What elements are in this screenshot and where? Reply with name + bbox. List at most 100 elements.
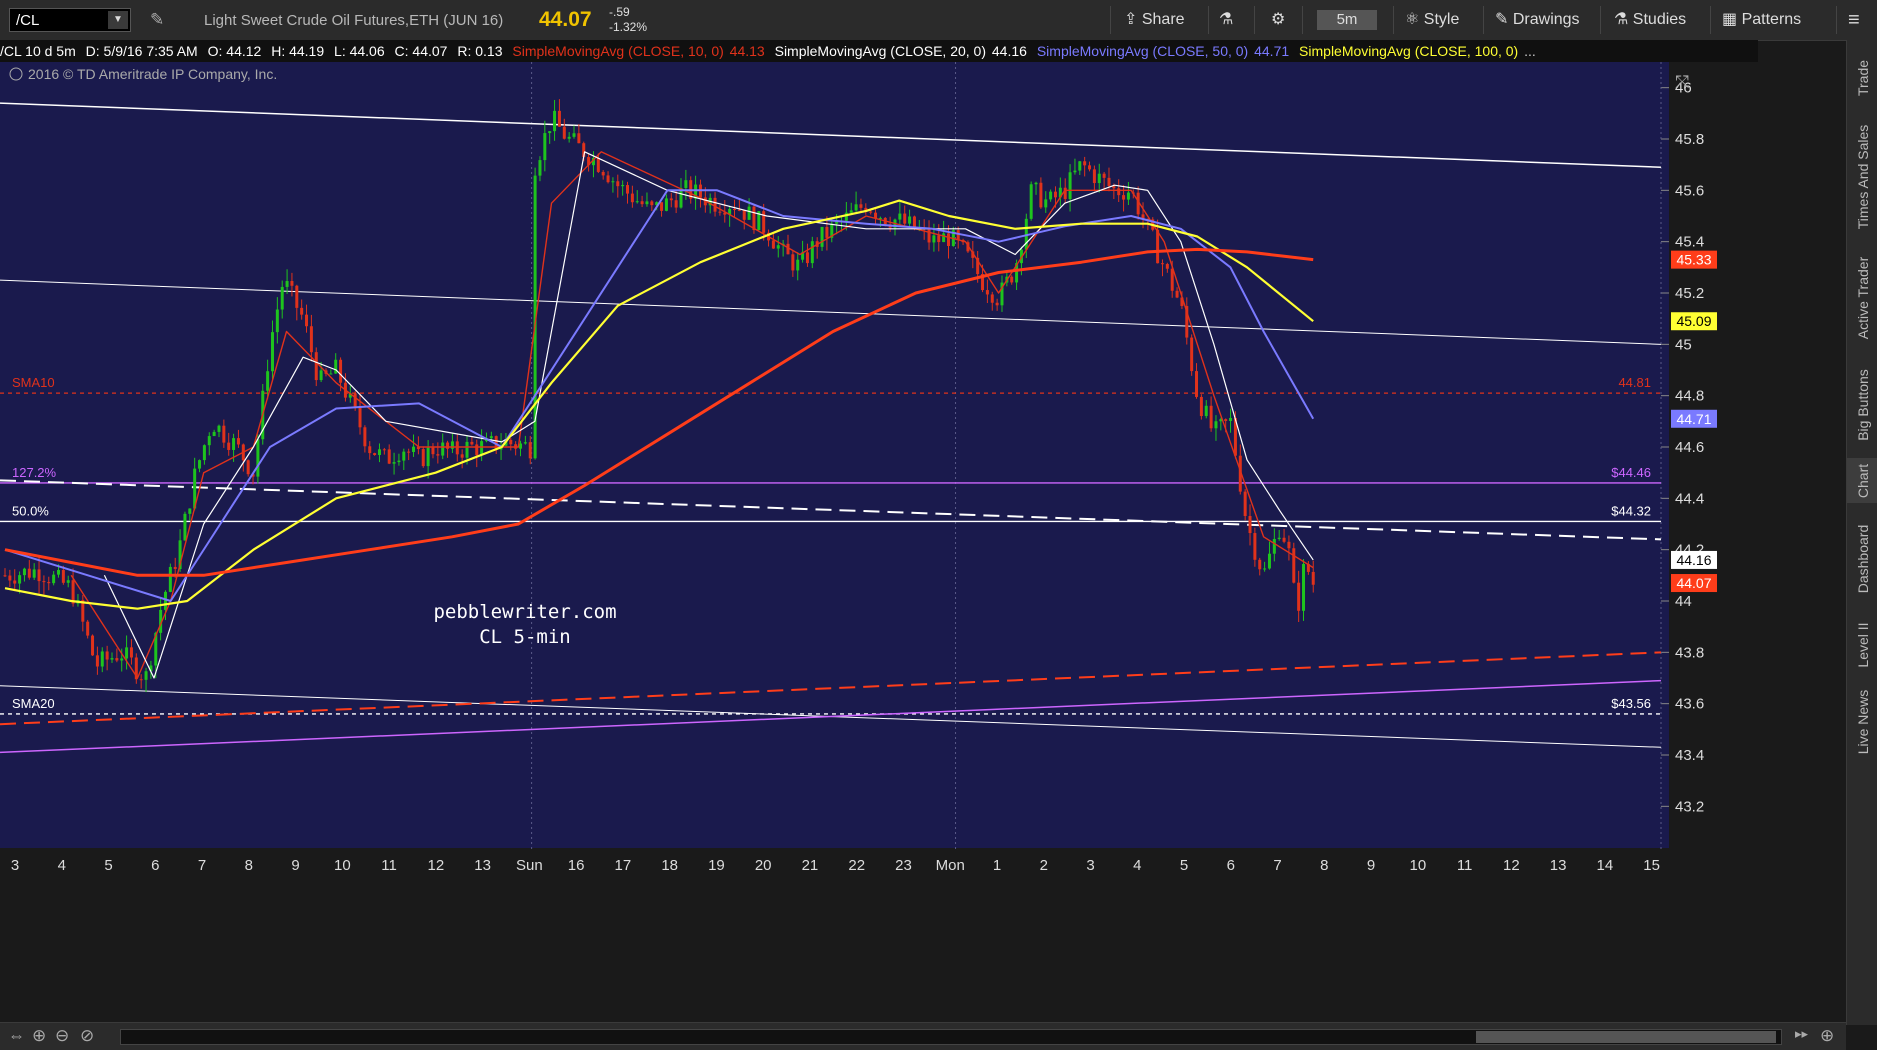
patterns-button[interactable]: ▦ Patterns xyxy=(1722,0,1801,40)
candle-body xyxy=(1102,173,1106,178)
zoom-in-icon[interactable]: ⊕ xyxy=(32,1026,46,1046)
flask-icon[interactable]: ⚗ xyxy=(1219,0,1233,40)
scrollbar-thumb[interactable] xyxy=(1476,1031,1776,1043)
x-tick-label: 11 xyxy=(1457,857,1473,874)
candle-body xyxy=(358,406,362,428)
side-tab-live-news[interactable]: Live News xyxy=(1847,683,1877,761)
drawings-label: Drawings xyxy=(1512,11,1580,28)
side-tab-active-trader[interactable]: Active Trader xyxy=(1847,244,1877,352)
chevron-down-icon[interactable]: ▼ xyxy=(108,11,128,29)
time-scrollbar[interactable] xyxy=(120,1029,1782,1045)
candle-body xyxy=(125,647,129,659)
style-button[interactable]: ⚛ Style xyxy=(1405,0,1459,40)
candle-body xyxy=(1049,191,1053,200)
candle-body xyxy=(616,181,620,187)
candle-body xyxy=(3,575,7,577)
studies-button[interactable]: ⚗ Studies xyxy=(1614,0,1686,40)
patterns-icon: ▦ xyxy=(1722,11,1738,28)
divider xyxy=(1302,6,1303,34)
candle-body xyxy=(985,290,989,295)
x-tick-label: 6 xyxy=(151,857,159,874)
expand-icon[interactable]: ▸▸ xyxy=(1795,1026,1808,1042)
candle-body xyxy=(874,212,878,219)
candle-body xyxy=(222,425,226,443)
candle-body xyxy=(543,133,547,161)
side-tab-label: Chart xyxy=(1854,463,1871,498)
side-tab-trade[interactable]: Trade xyxy=(1847,45,1877,110)
x-tick-label: 5 xyxy=(104,857,112,874)
candle-body xyxy=(854,204,858,211)
candle-body xyxy=(810,241,814,264)
side-tab-level-ii[interactable]: Level II xyxy=(1847,615,1877,675)
candle-body xyxy=(1165,264,1169,269)
side-tab-times-and-sales[interactable]: Times And Sales xyxy=(1847,118,1877,236)
zoom-in-right-icon[interactable]: ⊕ xyxy=(1820,1026,1834,1046)
candle-body xyxy=(1068,172,1072,200)
level-price-label: $44.46 xyxy=(1611,465,1651,480)
sma20-label: SimpleMovingAvg (CLOSE, 20, 0) xyxy=(774,43,986,59)
symbol-text: /CL xyxy=(16,12,40,29)
x-tick-label: 4 xyxy=(58,857,66,874)
drawings-button[interactable]: ✎ Drawings xyxy=(1495,0,1580,40)
candle-body xyxy=(908,216,912,224)
candle-body xyxy=(334,359,338,374)
candle-body xyxy=(290,281,294,286)
x-tick-label: 10 xyxy=(1409,857,1426,874)
candle-body xyxy=(1199,396,1203,417)
period-selector[interactable]: 5m xyxy=(1317,10,1377,30)
pencil-icon[interactable]: ✎ xyxy=(150,10,164,30)
candle-body xyxy=(426,447,430,467)
menu-icon[interactable]: ≡ xyxy=(1848,0,1860,40)
candle-body xyxy=(144,671,148,680)
candle-body xyxy=(1097,173,1101,184)
candle-body xyxy=(285,281,289,287)
y-tick-label: 45.4 xyxy=(1675,234,1704,251)
plot-area xyxy=(0,62,1669,848)
y-tick-label: 43.8 xyxy=(1675,644,1704,661)
symbol-input[interactable]: /CL ▼ xyxy=(9,8,131,32)
side-tab-label: Dashboard xyxy=(1854,524,1871,594)
candle-body xyxy=(236,438,240,445)
last-price: 44.07 xyxy=(539,8,592,31)
side-panel: Trade Times And Sales Active Trader Big But… xyxy=(1846,40,1877,1025)
candle-body xyxy=(1044,199,1048,208)
drawing-pencil-icon: ✎ xyxy=(1495,11,1509,28)
zoom-out-icon[interactable]: ⊖ xyxy=(55,1026,69,1046)
candle-body xyxy=(465,441,469,458)
candle-body xyxy=(606,175,610,183)
candle-body xyxy=(1175,290,1179,298)
candle-body xyxy=(314,352,318,381)
side-tab-dashboard[interactable]: Dashboard xyxy=(1847,511,1877,607)
candle-body xyxy=(32,569,36,578)
candle-body xyxy=(1029,184,1033,219)
zoom-reset-icon[interactable]: ⊘ xyxy=(80,1026,94,1046)
candle-body xyxy=(217,425,221,432)
studies-label: Studies xyxy=(1632,11,1687,28)
gear-icon[interactable]: ⚙ xyxy=(1271,0,1285,40)
bottom-toolbar: ⇔ ⊕ ⊖ ⊘ ▸▸ ⊕ xyxy=(0,1022,1846,1050)
candle-body xyxy=(309,326,313,353)
candle-body xyxy=(1229,417,1233,421)
side-tab-label: Active Trader xyxy=(1854,256,1871,340)
candle-body xyxy=(295,285,299,308)
candle-body xyxy=(470,441,474,445)
side-tab-chart[interactable]: Chart xyxy=(1847,458,1877,503)
side-tab-big-buttons[interactable]: Big Buttons xyxy=(1847,360,1877,450)
price-chart[interactable]: 2016 © TD Ameritrade IP Company, Inc. 4 6 4… xyxy=(0,62,1758,1002)
share-button[interactable]: ⇪ Share xyxy=(1124,0,1185,40)
candle-body xyxy=(1253,533,1257,560)
level-name-label: SMA10 xyxy=(12,375,55,390)
candle-body xyxy=(635,201,639,203)
candle-body xyxy=(95,655,99,667)
candle-body xyxy=(1088,165,1092,170)
candle-body xyxy=(480,441,484,456)
x-tick-label: Mon xyxy=(936,857,965,874)
candle-body xyxy=(538,160,542,176)
reset-icon[interactable]: ⇔ xyxy=(8,1026,25,1046)
candle-body xyxy=(718,211,722,213)
candle-body xyxy=(611,181,615,183)
watermark-line-2: CL 5-min xyxy=(479,626,571,648)
candle-body xyxy=(436,454,440,456)
candle-body xyxy=(163,591,167,610)
status-range: R: 0.13 xyxy=(457,43,503,59)
